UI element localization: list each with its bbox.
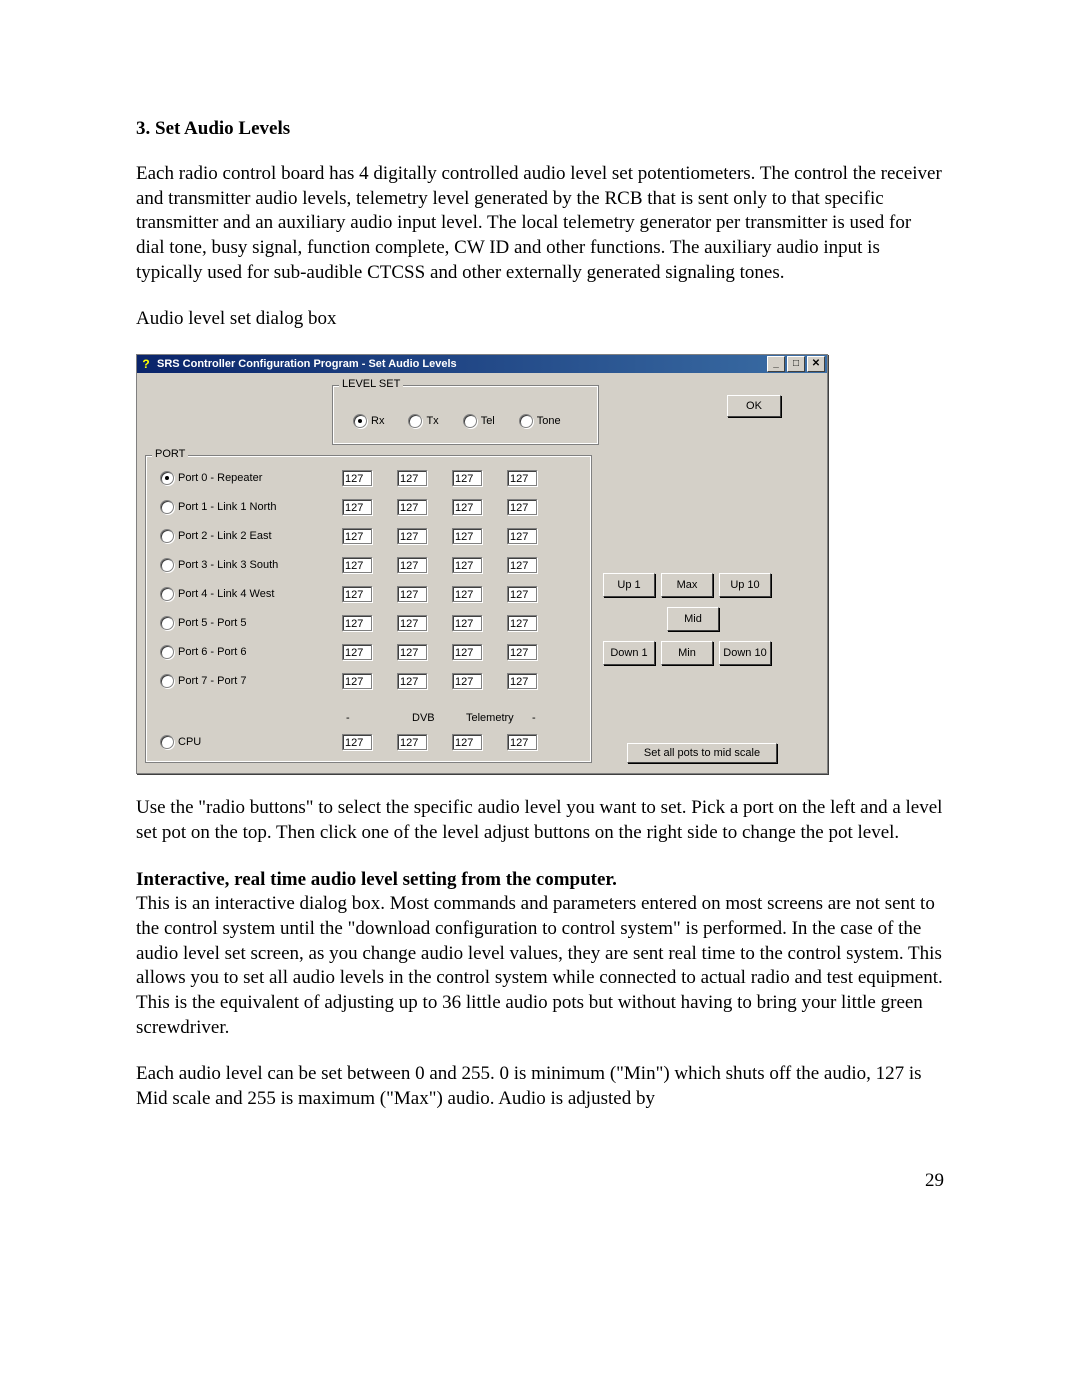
section-heading: 3. Set Audio Levels xyxy=(136,118,944,140)
val-p6-tone[interactable]: 127 xyxy=(507,644,537,660)
figure-caption: Audio level set dialog box xyxy=(136,307,944,332)
radio-port-2[interactable]: Port 2 - Link 2 East xyxy=(160,529,342,543)
port-title: PORT xyxy=(152,448,188,460)
val-p5-rx[interactable]: 127 xyxy=(342,615,372,631)
max-button[interactable]: Max xyxy=(661,573,713,597)
val-p5-tel[interactable]: 127 xyxy=(452,615,482,631)
val-p2-tx[interactable]: 127 xyxy=(397,528,427,544)
val-p0-tx[interactable]: 127 xyxy=(397,470,427,486)
val-p5-tx[interactable]: 127 xyxy=(397,615,427,631)
val-p1-tx[interactable]: 127 xyxy=(397,499,427,515)
val-p0-tone[interactable]: 127 xyxy=(507,470,537,486)
val-p0-tel[interactable]: 127 xyxy=(452,470,482,486)
adjust-buttons: Up 1 Max Up 10 Mid Down 1 Min Down 10 xyxy=(603,573,783,671)
page-number: 29 xyxy=(925,1170,944,1192)
port-row-2: Port 2 - Link 2 East 127 127 127 127 xyxy=(160,528,562,544)
val-p2-rx[interactable]: 127 xyxy=(342,528,372,544)
port-row-4: Port 4 - Link 4 West 127 127 127 127 xyxy=(160,586,562,602)
val-cpu-1[interactable]: 127 xyxy=(397,734,427,750)
radio-port-1[interactable]: Port 1 - Link 1 North xyxy=(160,500,342,514)
val-p1-tel[interactable]: 127 xyxy=(452,499,482,515)
radio-port-3[interactable]: Port 3 - Link 3 South xyxy=(160,558,342,572)
port-row-1: Port 1 - Link 1 North 127 127 127 127 xyxy=(160,499,562,515)
cpu-hdr-0: - xyxy=(346,712,350,724)
val-p3-rx[interactable]: 127 xyxy=(342,557,372,573)
val-cpu-3[interactable]: 127 xyxy=(507,734,537,750)
dialog-client: OK LEVEL SET Rx Tx Tel Tone PORT Port 0 … xyxy=(137,373,827,773)
val-p6-tel[interactable]: 127 xyxy=(452,644,482,660)
val-p3-tone[interactable]: 127 xyxy=(507,557,537,573)
radio-port-0[interactable]: Port 0 - Repeater xyxy=(160,471,342,485)
val-p7-tx[interactable]: 127 xyxy=(397,673,427,689)
radio-port-6[interactable]: Port 6 - Port 6 xyxy=(160,645,342,659)
paragraph-3-body: This is an interactive dialog box. Most … xyxy=(136,893,943,1037)
dialog-window: ? SRS Controller Configuration Program -… xyxy=(136,354,828,774)
close-button[interactable]: ✕ xyxy=(807,356,825,372)
radio-cpu[interactable]: CPU xyxy=(160,735,342,749)
set-all-mid-button[interactable]: Set all pots to mid scale xyxy=(627,743,777,763)
down1-button[interactable]: Down 1 xyxy=(603,641,655,665)
paragraph-4: Each audio level can be set between 0 an… xyxy=(136,1062,944,1111)
levelset-title: LEVEL SET xyxy=(339,378,403,390)
titlebar: ? SRS Controller Configuration Program -… xyxy=(137,355,827,373)
min-button[interactable]: Min xyxy=(661,641,713,665)
sub-heading: Interactive, real time audio level setti… xyxy=(136,869,617,890)
cpu-hdr-1: DVB xyxy=(412,712,435,724)
cpu-hdr-2: Telemetry xyxy=(466,712,514,724)
paragraph-3: Interactive, real time audio level setti… xyxy=(136,868,944,1041)
port-row-0: Port 0 - Repeater 127 127 127 127 xyxy=(160,470,562,486)
radio-tel[interactable]: Tel xyxy=(463,414,495,428)
port-row-cpu: CPU 127 127 127 127 xyxy=(160,734,562,750)
val-p7-rx[interactable]: 127 xyxy=(342,673,372,689)
radio-port-4[interactable]: Port 4 - Link 4 West xyxy=(160,587,342,601)
minimize-button[interactable]: _ xyxy=(767,356,785,372)
val-p7-tel[interactable]: 127 xyxy=(452,673,482,689)
radio-rx[interactable]: Rx xyxy=(353,414,384,428)
val-p4-tel[interactable]: 127 xyxy=(452,586,482,602)
mid-button[interactable]: Mid xyxy=(667,607,719,631)
val-p2-tone[interactable]: 127 xyxy=(507,528,537,544)
cpu-hdr-3: - xyxy=(532,712,536,724)
val-p3-tel[interactable]: 127 xyxy=(452,557,482,573)
val-p3-tx[interactable]: 127 xyxy=(397,557,427,573)
paragraph-2: Use the "radio buttons" to select the sp… xyxy=(136,796,944,845)
radio-tone[interactable]: Tone xyxy=(519,414,561,428)
val-p4-tx[interactable]: 127 xyxy=(397,586,427,602)
up1-button[interactable]: Up 1 xyxy=(603,573,655,597)
val-p6-tx[interactable]: 127 xyxy=(397,644,427,660)
val-cpu-0[interactable]: 127 xyxy=(342,734,372,750)
val-cpu-2[interactable]: 127 xyxy=(452,734,482,750)
port-group: PORT Port 0 - Repeater 127 127 127 127 P… xyxy=(145,455,592,763)
app-icon: ? xyxy=(139,357,153,371)
radio-tx[interactable]: Tx xyxy=(408,414,438,428)
down10-button[interactable]: Down 10 xyxy=(719,641,771,665)
port-row-7: Port 7 - Port 7 127 127 127 127 xyxy=(160,673,562,689)
levelset-group: LEVEL SET Rx Tx Tel Tone xyxy=(332,385,599,445)
ok-button[interactable]: OK xyxy=(727,395,781,417)
val-p2-tel[interactable]: 127 xyxy=(452,528,482,544)
val-p7-tone[interactable]: 127 xyxy=(507,673,537,689)
radio-port-5[interactable]: Port 5 - Port 5 xyxy=(160,616,342,630)
val-p0-rx[interactable]: 127 xyxy=(342,470,372,486)
val-p4-rx[interactable]: 127 xyxy=(342,586,372,602)
maximize-button[interactable]: □ xyxy=(787,356,805,372)
window-title: SRS Controller Configuration Program - S… xyxy=(157,358,765,370)
port-row-3: Port 3 - Link 3 South 127 127 127 127 xyxy=(160,557,562,573)
port-row-6: Port 6 - Port 6 127 127 127 127 xyxy=(160,644,562,660)
paragraph-1: Each radio control board has 4 digitally… xyxy=(136,162,944,285)
radio-port-7[interactable]: Port 7 - Port 7 xyxy=(160,674,342,688)
up10-button[interactable]: Up 10 xyxy=(719,573,771,597)
val-p1-tone[interactable]: 127 xyxy=(507,499,537,515)
val-p4-tone[interactable]: 127 xyxy=(507,586,537,602)
val-p6-rx[interactable]: 127 xyxy=(342,644,372,660)
port-row-5: Port 5 - Port 5 127 127 127 127 xyxy=(160,615,562,631)
val-p5-tone[interactable]: 127 xyxy=(507,615,537,631)
val-p1-rx[interactable]: 127 xyxy=(342,499,372,515)
